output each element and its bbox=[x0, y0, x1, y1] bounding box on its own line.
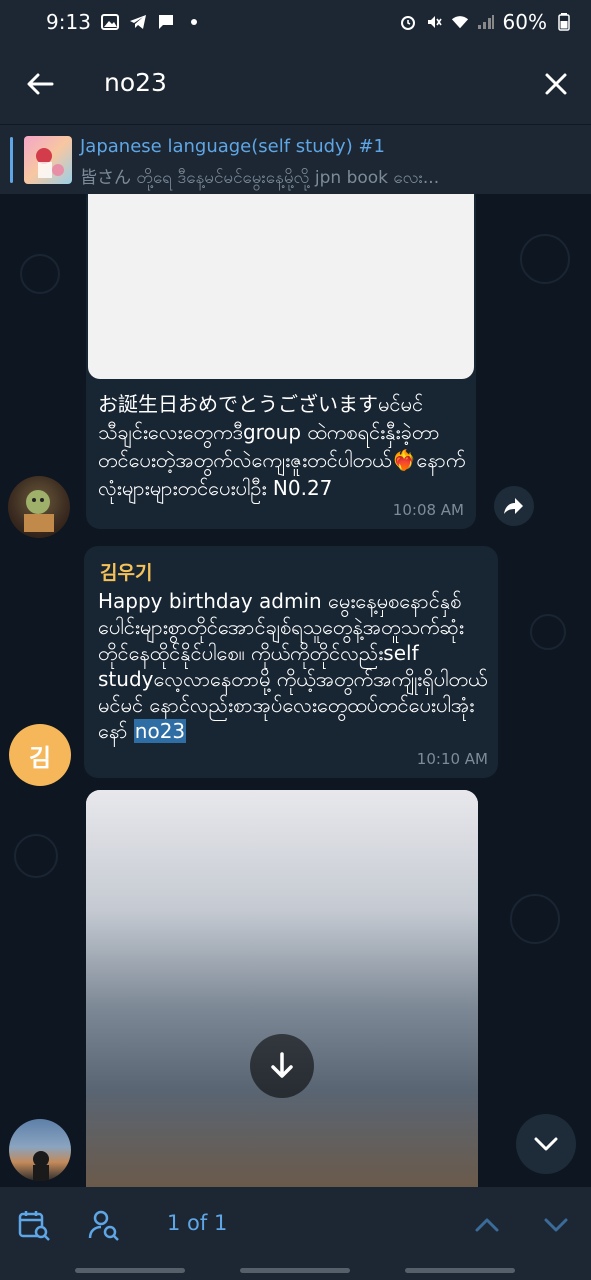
search-result-count: 1 of 1 bbox=[167, 1211, 228, 1235]
avatar[interactable] bbox=[9, 1119, 71, 1181]
message-bubble[interactable]: お誕生日おめでとうございますမင်မင်သီချင်းလေးတွေကဒီgrou… bbox=[86, 194, 476, 529]
avatar-initial: 김 bbox=[28, 743, 52, 772]
battery-icon bbox=[555, 13, 573, 31]
wifi-icon bbox=[451, 14, 469, 30]
search-navigation-bar: 1 of 1 bbox=[0, 1187, 591, 1262]
blurred-image bbox=[86, 790, 478, 1187]
signal-icon bbox=[477, 14, 495, 30]
pinned-preview: 皆さん တို့ရေ ဒီနေ့မင်မင်မွေးနေ့မို့လို့ jp… bbox=[80, 168, 440, 188]
search-header: no23 bbox=[0, 44, 591, 124]
chevron-up-icon bbox=[475, 1218, 499, 1232]
chevron-down-icon bbox=[544, 1218, 568, 1232]
avatar[interactable]: 김 bbox=[9, 724, 71, 786]
chat-icon bbox=[157, 14, 175, 30]
system-navigation-bar bbox=[0, 1262, 591, 1280]
download-button[interactable] bbox=[250, 1034, 314, 1098]
message-image[interactable] bbox=[88, 194, 474, 379]
alarm-icon bbox=[399, 14, 417, 30]
image-icon bbox=[100, 14, 119, 30]
clear-search-button[interactable] bbox=[536, 64, 576, 104]
user-search-button[interactable] bbox=[84, 1205, 124, 1245]
share-arrow-icon bbox=[504, 498, 523, 514]
pinned-message[interactable]: Japanese language(self study) #1 皆さん တို… bbox=[0, 124, 591, 194]
pinned-title: Japanese language(self study) #1 bbox=[80, 136, 385, 157]
message-time: 10:08 AM bbox=[392, 501, 464, 519]
telegram-icon bbox=[129, 14, 147, 30]
nav-handle[interactable] bbox=[75, 1268, 185, 1273]
mute-icon bbox=[425, 14, 443, 30]
dot-icon bbox=[185, 14, 203, 30]
message-text: Happy birthday admin မွေးနေ့မှစနောင်နှစ်… bbox=[98, 588, 488, 744]
back-button[interactable] bbox=[20, 64, 60, 104]
user-search-icon bbox=[88, 1210, 119, 1241]
calendar-search-button[interactable] bbox=[14, 1205, 54, 1245]
arrow-left-icon bbox=[27, 73, 54, 95]
battery-text: 60% bbox=[502, 10, 547, 34]
chevron-down-icon bbox=[534, 1137, 558, 1151]
message-bubble[interactable]: 김우기 Happy birthday admin မွေးနေ့မှစနောင်… bbox=[84, 546, 498, 778]
chat-area[interactable]: お誕生日おめでとうございますမင်မင်သီချင်းလေးတွေကဒီgrou… bbox=[0, 194, 591, 1187]
status-right: 60% bbox=[399, 10, 573, 34]
background-doodle bbox=[510, 894, 560, 944]
download-arrow-icon bbox=[271, 1052, 293, 1078]
nav-handle[interactable] bbox=[240, 1268, 350, 1273]
background-doodle bbox=[20, 254, 60, 294]
background-doodle bbox=[14, 834, 58, 878]
previous-result-button[interactable] bbox=[467, 1205, 507, 1245]
avatar[interactable] bbox=[8, 476, 70, 538]
background-doodle bbox=[520, 234, 570, 284]
status-left: 9:13 bbox=[46, 10, 203, 34]
pinned-thumbnail bbox=[24, 136, 72, 184]
close-icon bbox=[545, 73, 567, 95]
sender-name[interactable]: 김우기 bbox=[100, 558, 152, 585]
search-highlight: no23 bbox=[133, 719, 187, 743]
forward-button[interactable] bbox=[494, 486, 534, 526]
nav-handle[interactable] bbox=[405, 1268, 515, 1273]
status-time: 9:13 bbox=[46, 10, 91, 34]
status-bar: 9:13 60% bbox=[0, 0, 591, 44]
next-result-button[interactable] bbox=[536, 1205, 576, 1245]
search-input[interactable]: no23 bbox=[104, 68, 167, 97]
calendar-search-icon bbox=[18, 1211, 50, 1241]
background-doodle bbox=[530, 614, 566, 650]
message-time: 10:10 AM bbox=[416, 750, 488, 768]
message-text: お誕生日おめでとうございますမင်မင်သီချင်းလေးတွေကဒီgrou… bbox=[98, 392, 466, 500]
pinned-indicator bbox=[10, 137, 13, 183]
message-image-bubble[interactable] bbox=[86, 790, 478, 1187]
scroll-down-button[interactable] bbox=[516, 1114, 576, 1174]
